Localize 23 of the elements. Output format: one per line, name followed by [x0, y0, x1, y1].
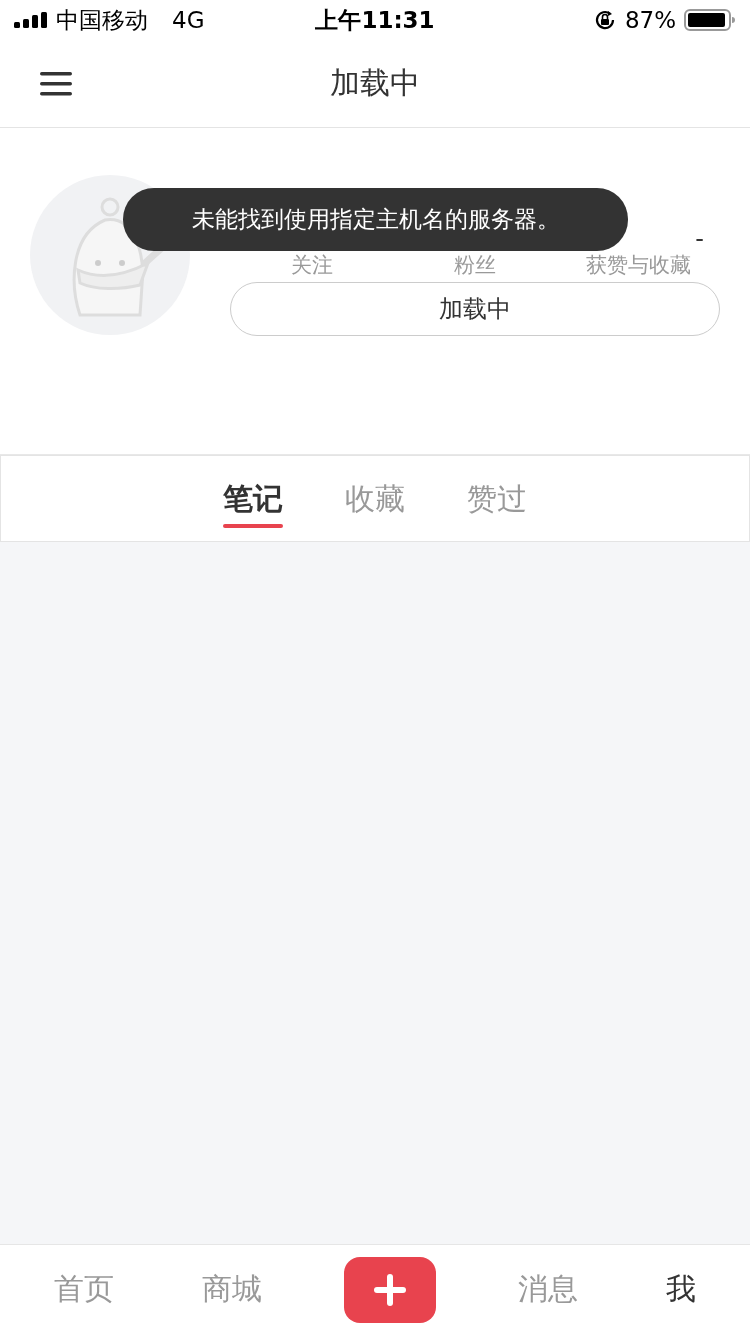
- error-toast: 未能找到使用指定主机名的服务器。: [123, 188, 628, 251]
- bottom-tab[interactable]: 首页: [48, 1268, 120, 1311]
- add-button[interactable]: [344, 1256, 436, 1323]
- content-tab[interactable]: 赞过: [463, 456, 531, 542]
- bottom-tab[interactable]: 消息: [512, 1268, 584, 1311]
- bottom-tab[interactable]: 我: [660, 1268, 702, 1311]
- carrier-name: 中国移动: [56, 5, 148, 35]
- clock-time: 上午11:31: [315, 5, 435, 35]
- profile-button[interactable]: 加载中: [230, 282, 720, 336]
- stat-label: 关注: [290, 253, 333, 277]
- signal-icon: [14, 12, 48, 28]
- stat-value: -: [695, 225, 705, 253]
- battery-percent: 87%: [624, 7, 676, 33]
- plus-icon: [372, 1271, 408, 1308]
- network-type: 4G: [172, 7, 205, 33]
- stat-label: 获赞与收藏: [585, 253, 691, 277]
- page-title: 加载中: [330, 64, 420, 102]
- menu-icon[interactable]: [40, 71, 72, 97]
- stat-label: 粉丝: [454, 253, 496, 277]
- bottom-tab[interactable]: 商城: [196, 1268, 268, 1311]
- battery-icon: [684, 8, 736, 32]
- content-tab[interactable]: 笔记: [219, 456, 287, 542]
- content-tab[interactable]: 收藏: [341, 456, 409, 542]
